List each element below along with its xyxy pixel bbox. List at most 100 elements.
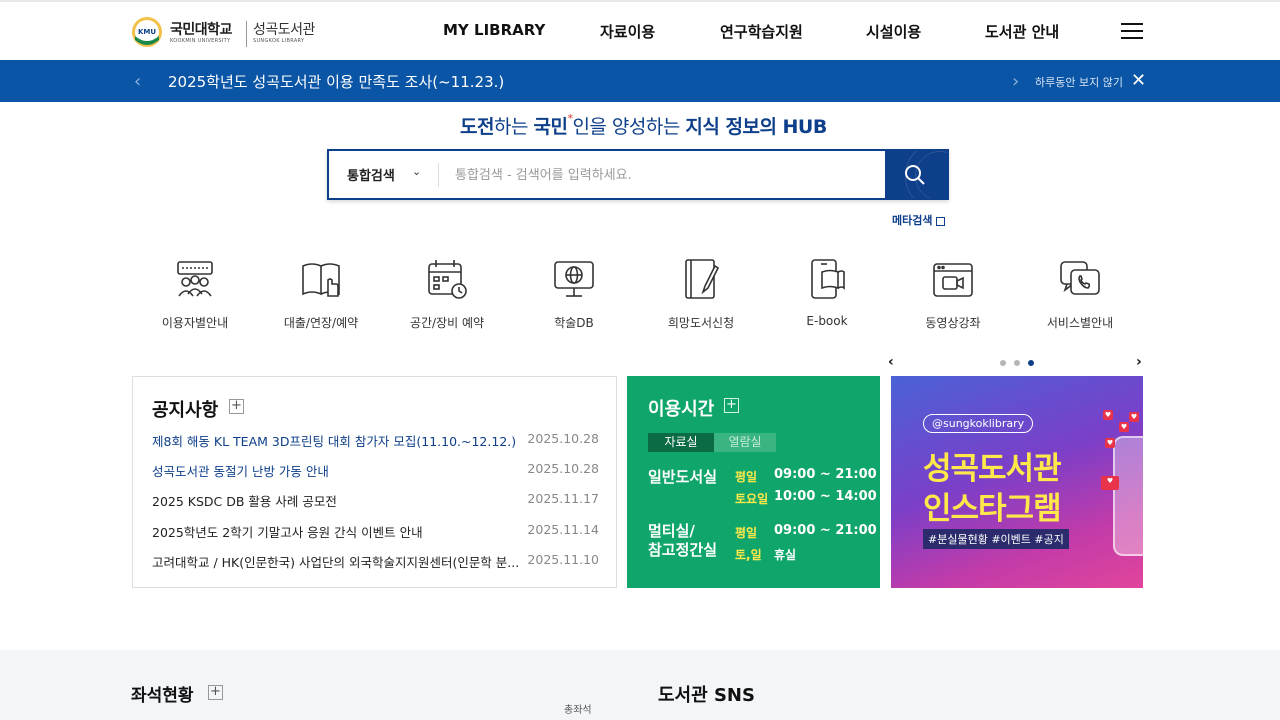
time-value: 휴실 xyxy=(774,548,797,562)
plus-icon[interactable]: + xyxy=(724,398,739,413)
phone-chat-icon xyxy=(1060,261,1100,295)
library-name-en: SUNGKOK LIBRARY xyxy=(253,38,305,44)
chevron-right-icon[interactable]: › xyxy=(1012,71,1019,92)
tab-reading-room[interactable]: 열람실 xyxy=(714,433,776,452)
notice-title: 공지사항 xyxy=(152,400,219,421)
bottom-section: 좌석현황 + 총좌석 도서관 SNS xyxy=(0,650,1280,720)
quick-link-ebook[interactable]: E-book xyxy=(772,256,882,336)
book-hand-icon xyxy=(302,263,340,297)
quick-link-label: E-book xyxy=(806,314,848,328)
chevron-down-icon[interactable]: ⌄ xyxy=(412,165,421,178)
video-camera-icon xyxy=(933,263,973,297)
heart-icon: ♥ xyxy=(1101,476,1119,490)
notice-item[interactable]: 제8회 해동 KL TEAM 3D프린팅 대회 참가자 모집(11.10.~12… xyxy=(152,431,599,451)
notice-item[interactable]: 고려대학교 / HK(인문한국) 사업단의 외국학술지지원센터(인문학 분...… xyxy=(152,552,599,572)
meta-search-link[interactable]: 메타검색 xyxy=(892,212,946,228)
university-seal-icon: KMU xyxy=(132,17,162,47)
university-name: 국민대학교 xyxy=(170,22,232,38)
university-name-en: KOOKMIN UNIVERSITY xyxy=(170,38,231,44)
notice-item[interactable]: 성곡도서관 동절기 난방 가동 안내 2025.10.28 xyxy=(152,461,599,481)
time-value: 09:00 ~ 21:00 xyxy=(774,523,877,538)
plus-icon[interactable]: + xyxy=(208,685,223,700)
banner-tags: #분실물현황 #이벤트 #공지 xyxy=(923,529,1069,549)
menu-icon[interactable] xyxy=(1121,23,1143,40)
hours-title: 이용시간 xyxy=(648,399,715,420)
heart-icon: ♥ xyxy=(1105,438,1115,448)
plus-icon[interactable]: + xyxy=(229,399,244,414)
hide-today-link[interactable]: 하루동안 보지 않기 xyxy=(1035,74,1123,90)
day-label: 토요일 xyxy=(735,492,769,506)
tab-reference-room[interactable]: 자료실 xyxy=(648,433,714,452)
site-header: KMU 국민대학교 KOOKMIN UNIVERSITY 성곡도서관 SUNGK… xyxy=(0,2,1280,60)
nav-facilities[interactable]: 시설이용 xyxy=(866,21,921,42)
quick-link-user-guide[interactable]: 이용자별안내 xyxy=(140,256,250,336)
hours-panel: 이용시간 + 자료실 열람실 일반도서실 평일 09:00 ~ 21:00 토요… xyxy=(627,376,880,588)
library-logo[interactable]: KMU 국민대학교 KOOKMIN UNIVERSITY 성곡도서관 SUNGK… xyxy=(131,14,331,50)
heart-icon: ♥ xyxy=(1103,410,1113,420)
instagram-handle: @sungkoklibrary xyxy=(923,414,1034,433)
banner-heading-1: 성곡도서관 xyxy=(923,451,1062,487)
nav-my-library[interactable]: MY LIBRARY xyxy=(443,21,545,39)
announcement-bar: ‹ 2025학년도 성곡도서관 이용 만족도 조사(~11.23.) › 하루동… xyxy=(0,60,1280,102)
carousel-prev-icon[interactable]: ‹ xyxy=(888,354,894,370)
announcement-text[interactable]: 2025학년도 성곡도서관 이용 만족도 조사(~11.23.) xyxy=(168,71,504,92)
slogan: 도전하는 국민*인을 양성하는 지식 정보의 HUB xyxy=(460,112,827,138)
carousel-dot[interactable] xyxy=(1014,360,1020,366)
quick-link-video[interactable]: 동영상강좌 xyxy=(898,256,1008,336)
phone-illustration xyxy=(1113,436,1143,556)
external-link-icon xyxy=(936,216,946,226)
quick-link-book-request[interactable]: 희망도서신청 xyxy=(646,256,756,336)
logo-divider xyxy=(246,21,247,47)
search-icon xyxy=(905,165,925,185)
notice-panel: 공지사항 + 제8회 해동 KL TEAM 3D프린팅 대회 참가자 모집(11… xyxy=(132,376,617,588)
quick-link-label: 대출/연장/예약 xyxy=(283,316,359,330)
nav-library-info[interactable]: 도서관 안내 xyxy=(985,21,1059,42)
notice-item[interactable]: 2025 KSDC DB 활용 사례 공모전 2025.11.17 xyxy=(152,491,599,511)
quick-link-label: 학술DB xyxy=(554,316,594,330)
day-label: 평일 xyxy=(735,470,758,484)
library-name: 성곡도서관 xyxy=(253,22,315,38)
carousel-dot[interactable] xyxy=(1000,360,1006,366)
search-type-select[interactable]: 통합검색 xyxy=(347,165,395,184)
place-general: 일반도서실 xyxy=(648,468,718,486)
search-divider xyxy=(438,163,439,187)
users-icon xyxy=(177,261,213,297)
monitor-globe-icon xyxy=(554,261,594,297)
ebook-icon xyxy=(811,259,845,299)
carousel-next-icon[interactable]: › xyxy=(1136,354,1142,370)
quick-link-label: 희망도서신청 xyxy=(667,316,735,330)
chevron-left-icon[interactable]: ‹ xyxy=(134,71,141,92)
search-button[interactable] xyxy=(885,151,947,198)
quick-link-loan[interactable]: 대출/연장/예약 xyxy=(266,256,376,336)
quick-link-label: 서비스별안내 xyxy=(1046,316,1114,330)
quick-link-space[interactable]: 공간/장비 예약 xyxy=(392,256,502,336)
seat-status-title: 좌석현황 xyxy=(131,686,194,706)
svg-text:KMU: KMU xyxy=(138,28,156,36)
time-value: 10:00 ~ 14:00 xyxy=(774,489,877,504)
heart-icon: ♥ xyxy=(1129,412,1139,422)
day-label: 평일 xyxy=(735,526,758,540)
notebook-pen-icon xyxy=(685,259,720,299)
banner-heading-2: 인스타그램 xyxy=(923,491,1062,527)
quick-link-academic-db[interactable]: 학술DB xyxy=(519,256,629,336)
instagram-banner[interactable]: ♥ ♥ ♥ ♥ ♥ @sungkoklibrary 성곡도서관 인스타그램 #분… xyxy=(891,376,1143,588)
total-seats-label: 총좌석 xyxy=(564,705,592,716)
heart-icon: ♥ xyxy=(1119,422,1129,432)
quick-link-label: 공간/장비 예약 xyxy=(409,316,485,330)
nav-research-support[interactable]: 연구학습지원 xyxy=(720,21,803,42)
nav-materials[interactable]: 자료이용 xyxy=(600,21,655,42)
close-icon[interactable]: ✕ xyxy=(1131,70,1146,91)
place-multi-2: 참고정간실 xyxy=(648,541,718,559)
quick-link-services[interactable]: 서비스별안내 xyxy=(1025,256,1135,336)
quick-link-label: 이용자별안내 xyxy=(161,316,229,330)
place-multi: 멀티실/ xyxy=(648,522,695,540)
time-value: 09:00 ~ 21:00 xyxy=(774,467,877,482)
calendar-clock-icon xyxy=(428,260,467,299)
quick-link-label: 동영상강좌 xyxy=(925,316,981,330)
carousel-dot-active[interactable] xyxy=(1028,360,1034,366)
sns-title: 도서관 SNS xyxy=(658,685,755,706)
notice-item[interactable]: 2025학년도 2학기 기말고사 응원 간식 이벤트 안내 2025.11.14 xyxy=(152,522,599,542)
search-input[interactable] xyxy=(455,163,875,187)
search-box: 통합검색 ⌄ xyxy=(327,149,949,200)
day-label: 토,일 xyxy=(735,548,762,562)
